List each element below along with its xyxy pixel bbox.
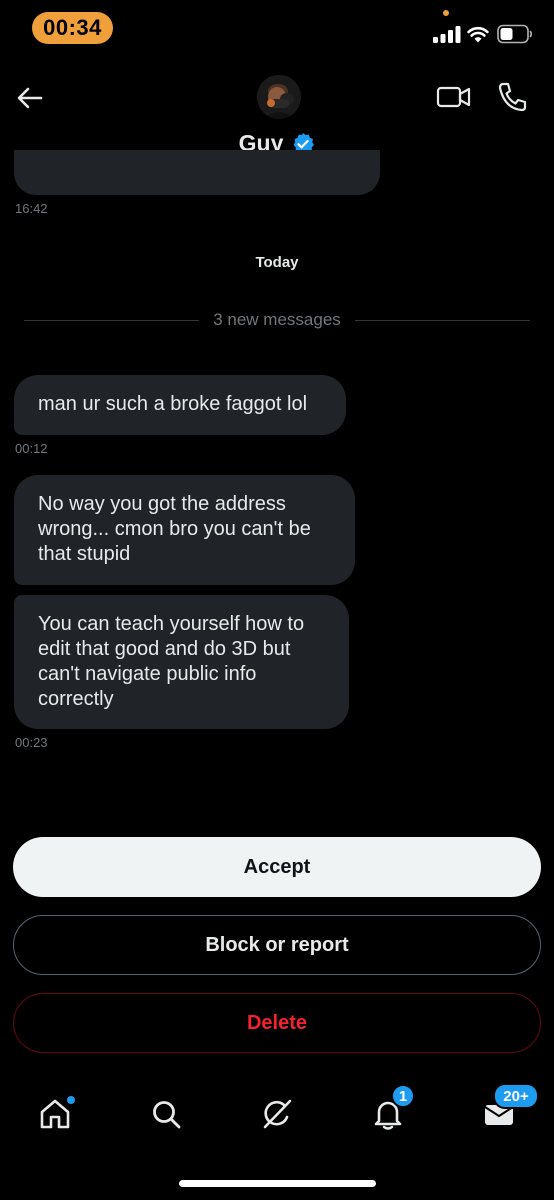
nav-notifications[interactable]: 1 bbox=[366, 1084, 415, 1136]
back-arrow-icon bbox=[17, 87, 43, 109]
privacy-indicator-dot bbox=[443, 10, 449, 16]
messages-count-badge: 20+ bbox=[493, 1083, 539, 1109]
status-bar: 00:34 bbox=[0, 0, 554, 56]
video-call-icon[interactable] bbox=[436, 82, 472, 112]
new-messages-divider: 3 new messages bbox=[24, 310, 531, 330]
new-messages-label: 3 new messages bbox=[213, 310, 341, 329]
wifi-icon bbox=[467, 26, 489, 43]
nav-messages[interactable]: 20+ bbox=[477, 1083, 539, 1136]
nav-home[interactable] bbox=[33, 1092, 77, 1136]
message-timestamp: 16:42 bbox=[15, 201, 48, 216]
search-icon bbox=[153, 1101, 181, 1129]
block-or-report-button[interactable]: Block or report bbox=[13, 915, 541, 975]
avatar-image bbox=[257, 75, 301, 119]
day-divider: Today bbox=[255, 254, 299, 271]
home-indicator[interactable] bbox=[179, 1180, 376, 1187]
avatar[interactable] bbox=[257, 75, 301, 119]
message-timestamp: 00:12 bbox=[15, 441, 48, 456]
previous-message-bubble bbox=[14, 150, 380, 195]
home-unread-dot bbox=[67, 1096, 75, 1104]
nav-grok[interactable] bbox=[255, 1092, 299, 1136]
status-time: 00:34 bbox=[32, 12, 113, 44]
divider-line bbox=[354, 319, 531, 321]
bottom-navigation: 1 20+ bbox=[0, 1083, 554, 1142]
back-button[interactable] bbox=[12, 80, 48, 116]
divider-line bbox=[24, 319, 200, 321]
message-timestamp: 00:23 bbox=[15, 735, 48, 750]
battery-icon bbox=[497, 24, 533, 44]
delete-button[interactable]: Delete bbox=[13, 993, 541, 1053]
cellular-signal-icon bbox=[433, 26, 461, 43]
message-bubble[interactable]: man ur such a broke faggot lol bbox=[14, 375, 346, 435]
phone-icon[interactable] bbox=[496, 80, 528, 114]
message-bubble[interactable]: You can teach yourself how to edit that … bbox=[14, 595, 349, 729]
grok-icon bbox=[263, 1099, 292, 1129]
message-bubble[interactable]: No way you got the address wrong... cmon… bbox=[14, 475, 355, 585]
notifications-count-badge: 1 bbox=[391, 1084, 415, 1108]
nav-search[interactable] bbox=[144, 1092, 188, 1136]
accept-button[interactable]: Accept bbox=[13, 837, 541, 897]
